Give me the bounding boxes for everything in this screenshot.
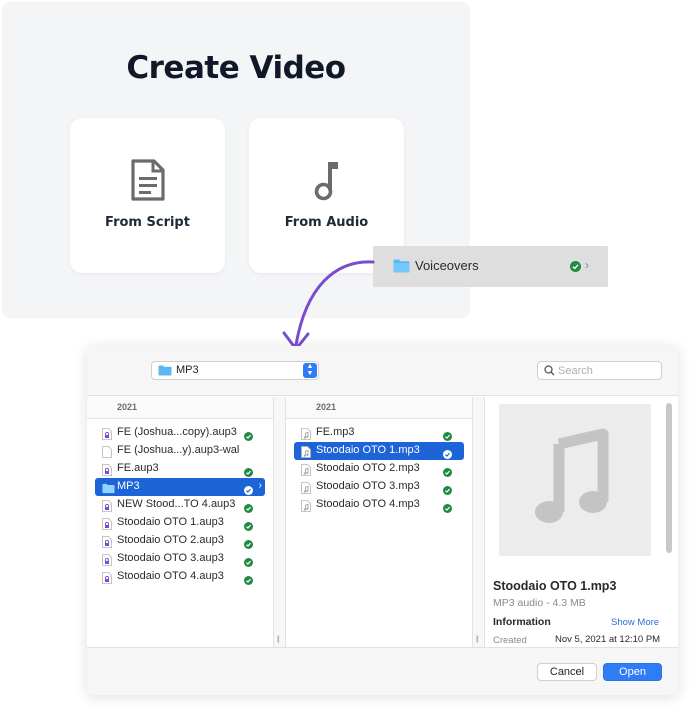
- file-name: FE.aup3: [117, 462, 159, 474]
- column-header-label: 2021: [316, 402, 337, 412]
- file-row[interactable]: Stoodaio OTO 1.aup3: [95, 514, 265, 532]
- resize-grip-icon: ||: [277, 636, 279, 643]
- file-row[interactable]: Stoodaio OTO 4.aup3: [95, 568, 265, 586]
- file-list: FE.mp3 Stoodaio OTO 1.mp3 Stoodaio OTO 2.m…: [286, 424, 472, 514]
- folder-icon: [393, 259, 410, 273]
- create-video-title: Create Video: [126, 50, 346, 86]
- column-header-label: 2021: [117, 402, 138, 412]
- file-name: Stoodaio OTO 2.aup3: [117, 534, 224, 546]
- music-note-icon: [535, 428, 609, 523]
- from-script-button[interactable]: From Script: [70, 118, 225, 273]
- browser-column-1: 2021 FE (Joshua...copy).aup3 FE (Joshua..…: [87, 397, 274, 647]
- vertical-scrollbar[interactable]: [666, 403, 672, 553]
- folder-icon: [158, 365, 172, 376]
- folder-row[interactable]: MP3 ›: [95, 478, 265, 496]
- column-header: 2021: [87, 397, 273, 419]
- preview-column: Stoodaio OTO 1.mp3 MP3 audio - 4.3 MB In…: [484, 397, 678, 647]
- file-row[interactable]: NEW Stood...TO 4.aup3: [95, 496, 265, 514]
- synced-check-icon: [570, 261, 581, 272]
- file-row[interactable]: FE (Joshua...y).aup3-wal: [95, 442, 265, 460]
- location-label: MP3: [176, 364, 199, 376]
- show-more-link[interactable]: Show More: [611, 617, 659, 628]
- dialog-toolbar: MP3 ▲ ▼: [87, 346, 678, 396]
- file-row[interactable]: Stoodaio OTO 3.mp3: [294, 478, 464, 496]
- from-audio-label: From Audio: [284, 215, 369, 230]
- dialog-footer: Cancel Open: [87, 647, 678, 695]
- audio-file-icon: [301, 499, 311, 517]
- file-row[interactable]: Stoodaio OTO 4.mp3: [294, 496, 464, 514]
- from-script-label: From Script: [105, 215, 190, 230]
- open-button[interactable]: Open: [603, 663, 662, 681]
- file-row[interactable]: Stoodaio OTO 2.mp3: [294, 460, 464, 478]
- resize-grip-icon: ||: [476, 636, 478, 643]
- file-open-dialog: MP3 ▲▼ 2021 FE (Joshua...copy).aup3FE (J…: [87, 346, 678, 695]
- preview-file-kind: MP3 audio - 4.3 MB: [493, 597, 586, 609]
- file-row[interactable]: FE.aup3: [95, 460, 265, 478]
- synced-check-icon: [244, 572, 253, 590]
- synced-check-icon: [443, 500, 452, 518]
- file-name: Stoodaio OTO 1.mp3: [316, 444, 420, 456]
- chevron-right-icon: ›: [258, 480, 262, 491]
- document-icon: [130, 159, 165, 201]
- search-icon: [544, 365, 555, 376]
- file-row[interactable]: FE.mp3: [294, 424, 464, 442]
- curved-arrow-icon: [282, 260, 375, 351]
- file-name: MP3: [117, 480, 140, 492]
- column-resize-handle[interactable]: ||: [274, 397, 285, 647]
- file-name: FE.mp3: [316, 426, 355, 438]
- preview-thumbnail: [499, 404, 651, 556]
- column-resize-handle[interactable]: ||: [473, 397, 484, 647]
- file-name: FE (Joshua...y).aup3-wal: [117, 444, 240, 456]
- file-name: Stoodaio OTO 1.aup3: [117, 516, 224, 528]
- browser-column-2: 2021 FE.mp3 Stoodaio OTO 1.mp3 Stoodaio OT…: [285, 397, 473, 647]
- column-header: 2021: [286, 397, 472, 419]
- voiceovers-label: Voiceovers: [415, 258, 479, 273]
- file-row[interactable]: FE (Joshua...copy).aup3: [95, 424, 265, 442]
- location-dropdown[interactable]: MP3 ▲ ▼: [151, 361, 319, 380]
- created-value: Nov 5, 2021 at 12:10 PM: [555, 634, 661, 645]
- audacity-file-icon: [102, 571, 112, 589]
- preview-file-name: Stoodaio OTO 1.mp3: [493, 579, 617, 593]
- search-field[interactable]: [537, 361, 662, 380]
- file-name: Stoodaio OTO 3.aup3: [117, 552, 224, 564]
- file-name: NEW Stood...TO 4.aup3: [117, 498, 236, 510]
- file-name: Stoodaio OTO 2.mp3: [316, 462, 420, 474]
- music-note-icon: [314, 162, 338, 201]
- created-label: Created: [493, 635, 527, 646]
- updown-chevron-icon: ▲ ▼: [303, 363, 317, 378]
- file-name: Stoodaio OTO 3.mp3: [316, 480, 420, 492]
- cancel-button[interactable]: Cancel: [537, 663, 597, 681]
- search-input[interactable]: [558, 363, 658, 378]
- file-name: FE (Joshua...copy).aup3: [117, 426, 237, 438]
- file-row[interactable]: Stoodaio OTO 3.aup3: [95, 550, 265, 568]
- file-name: Stoodaio OTO 4.aup3: [117, 570, 224, 582]
- file-row[interactable]: Stoodaio OTO 1.mp3: [294, 442, 464, 460]
- file-list: FE (Joshua...copy).aup3 FE (Joshua...y).a…: [87, 424, 273, 586]
- file-name: Stoodaio OTO 4.mp3: [316, 498, 420, 510]
- information-heading: Information: [493, 616, 551, 628]
- voiceovers-folder-item[interactable]: Voiceovers ›: [373, 246, 608, 287]
- file-row[interactable]: Stoodaio OTO 2.aup3: [95, 532, 265, 550]
- chevron-right-icon: ›: [585, 258, 589, 272]
